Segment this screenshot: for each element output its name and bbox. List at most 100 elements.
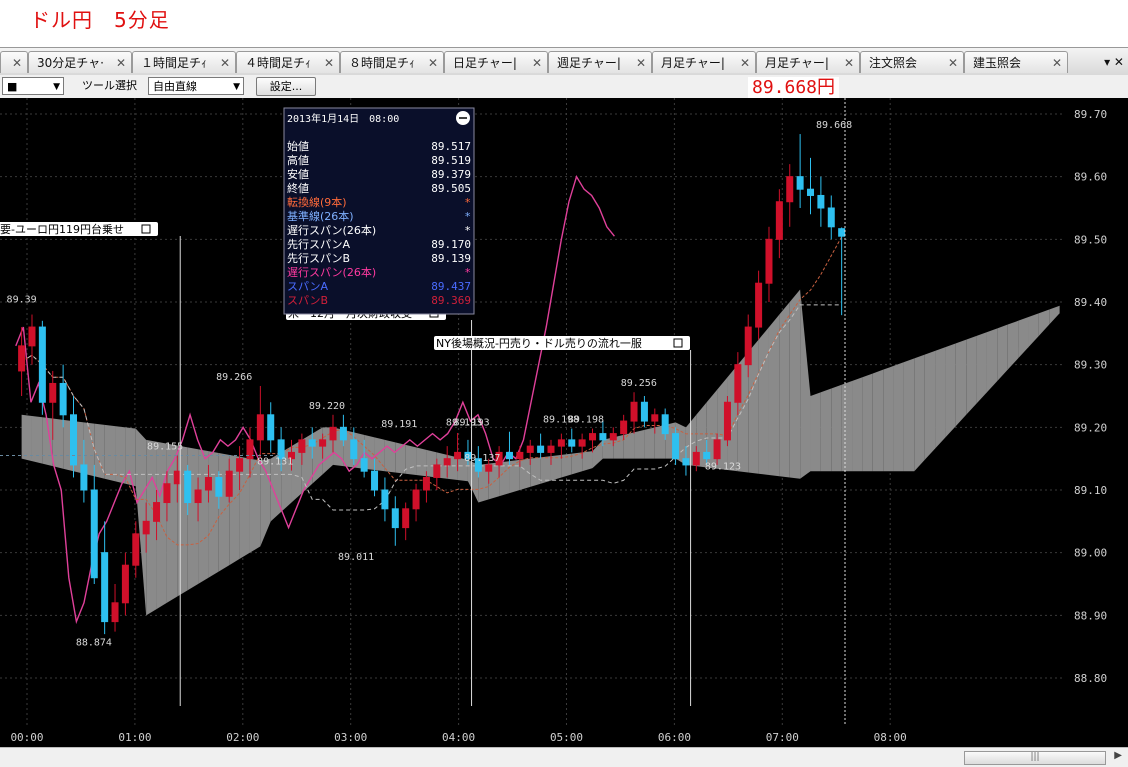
info-row-value: *	[464, 266, 471, 279]
x-tick-label: 04:00	[442, 731, 475, 744]
candle-body	[215, 476, 223, 497]
tab-10[interactable]: 建玉照会 ✕	[964, 51, 1068, 73]
candle-body	[755, 282, 763, 328]
cloud-segment	[187, 447, 199, 591]
tab-9[interactable]: 注文照会 ✕	[860, 51, 964, 73]
close-icon[interactable]: ✕	[948, 52, 958, 73]
symbol-select[interactable]: ■ ▼	[2, 77, 64, 95]
tab-6[interactable]: 週足チャー| ✕	[548, 51, 652, 73]
candle-body	[308, 439, 316, 447]
candle-body	[827, 207, 835, 228]
candle-body	[692, 451, 700, 466]
cloud-segment	[924, 350, 936, 460]
candle-body	[402, 508, 410, 529]
cloud-segment	[862, 373, 873, 472]
candle-body	[101, 552, 109, 623]
y-tick-label: 89.20	[1074, 421, 1107, 434]
candle-body	[38, 326, 46, 403]
tab-7[interactable]: 月足チャー| ✕	[652, 51, 756, 73]
close-icon[interactable]: ✕	[116, 52, 126, 73]
cloud-segment	[976, 332, 987, 404]
cloud-segment	[935, 347, 946, 449]
candle-body	[18, 345, 26, 372]
candle-body	[360, 458, 368, 472]
candle-body	[70, 414, 78, 466]
price-annotation: 89.191	[381, 419, 417, 430]
close-icon[interactable]: ✕	[740, 52, 750, 73]
close-icon[interactable]: ✕	[324, 52, 334, 73]
tab-controls[interactable]: ▾ ✕	[1104, 51, 1124, 73]
cloud-segment	[550, 454, 562, 481]
tool-select[interactable]: 自由直線 ▼	[148, 77, 244, 95]
y-tick-label: 89.40	[1074, 296, 1107, 309]
info-row-label: 遅行スパン(26本)	[287, 265, 376, 279]
candle-body	[620, 420, 628, 435]
close-icon[interactable]: ✕	[12, 52, 22, 73]
cloud-segment	[966, 335, 977, 415]
settings-button[interactable]: 設定...	[256, 77, 316, 96]
horizontal-scrollbar[interactable]: ||| ▶	[0, 747, 1128, 767]
tab-2[interactable]: １時間足チｨ ✕	[132, 51, 236, 73]
candle-body	[817, 194, 825, 209]
close-icon[interactable]: ✕	[220, 52, 230, 73]
y-tick-label: 89.70	[1074, 108, 1107, 121]
tab-3[interactable]: ４時間足チｨ ✕	[236, 51, 340, 73]
chevron-down-icon: ▼	[53, 82, 60, 92]
cloud-segment	[384, 439, 396, 473]
tab-1[interactable]: 30分足チャ· ✕	[28, 51, 132, 73]
y-tick-label: 88.80	[1074, 672, 1107, 685]
toolbar: ■ ▼ ツール選択 自由直線 ▼ 設定...	[0, 75, 1128, 99]
tool-select-value: 自由直線	[153, 80, 197, 93]
candle-body	[80, 464, 88, 491]
x-tick-label: 01:00	[118, 731, 151, 744]
scroll-right-icon[interactable]: ▶	[1114, 750, 1122, 761]
cloud-segment	[634, 429, 645, 459]
tab-5[interactable]: 日足チャー| ✕	[444, 51, 548, 73]
candle-body	[630, 401, 638, 422]
tab-label: 月足チャー|	[765, 56, 829, 70]
news-label[interactable]: NY後場概況-円売り・ドル売りの流れ一服	[436, 336, 642, 350]
price-annotation: 89.39	[7, 294, 37, 305]
x-tick-label: 03:00	[334, 731, 367, 744]
cloud-segment	[986, 328, 998, 393]
candle-body	[516, 451, 524, 460]
close-icon[interactable]: ✕	[844, 52, 854, 73]
news-label[interactable]: 要-ユーロ円119円台乗せ	[0, 222, 124, 236]
candle-body	[204, 476, 212, 491]
price-chart[interactable]: 88.80 88.90 89.00 89.10 89.20 89.30 89.40 89.50…	[0, 98, 1128, 747]
price-annotation: 89.137	[464, 453, 500, 464]
cloud-segment	[499, 461, 510, 497]
close-icon[interactable]: ✕	[636, 52, 646, 73]
tab-label: 日足チャー|	[453, 56, 517, 70]
info-row-value: 89.437	[431, 280, 471, 293]
candle-body	[765, 238, 773, 284]
close-icon[interactable]: ✕	[1052, 52, 1062, 73]
y-tick-label: 89.10	[1074, 484, 1107, 497]
close-icon[interactable]: ✕	[428, 52, 438, 73]
tab-0[interactable]: ✕	[0, 51, 28, 73]
scrollbar-thumb[interactable]: |||	[964, 751, 1106, 765]
candle-body	[381, 489, 389, 510]
candle-body	[184, 470, 192, 504]
candle-body	[713, 439, 721, 460]
tab-8[interactable]: 月足チャー| ✕	[756, 51, 860, 73]
tab-label: １時間足チｨ	[141, 56, 208, 70]
info-row-label: 基準線(26本)	[287, 209, 354, 223]
candle-body	[640, 401, 648, 422]
price-annotation: 89.266	[216, 372, 252, 383]
cloud-segment	[312, 427, 323, 484]
candle-body	[796, 176, 804, 190]
candle-body	[267, 414, 275, 441]
candle-body	[651, 414, 659, 422]
cloud-segment	[883, 365, 894, 472]
cloud-segment	[623, 432, 635, 459]
info-row-value: 89.517	[431, 140, 471, 153]
close-icon[interactable]: ✕	[532, 52, 542, 73]
info-row-value: 89.139	[431, 252, 471, 265]
cloud-segment	[872, 369, 884, 472]
tab-4[interactable]: ８時間足チｨ ✕	[340, 51, 444, 73]
candle-body	[329, 426, 337, 441]
cloud-segment	[571, 452, 583, 475]
candle-body	[90, 489, 98, 579]
candle-body	[422, 476, 430, 491]
